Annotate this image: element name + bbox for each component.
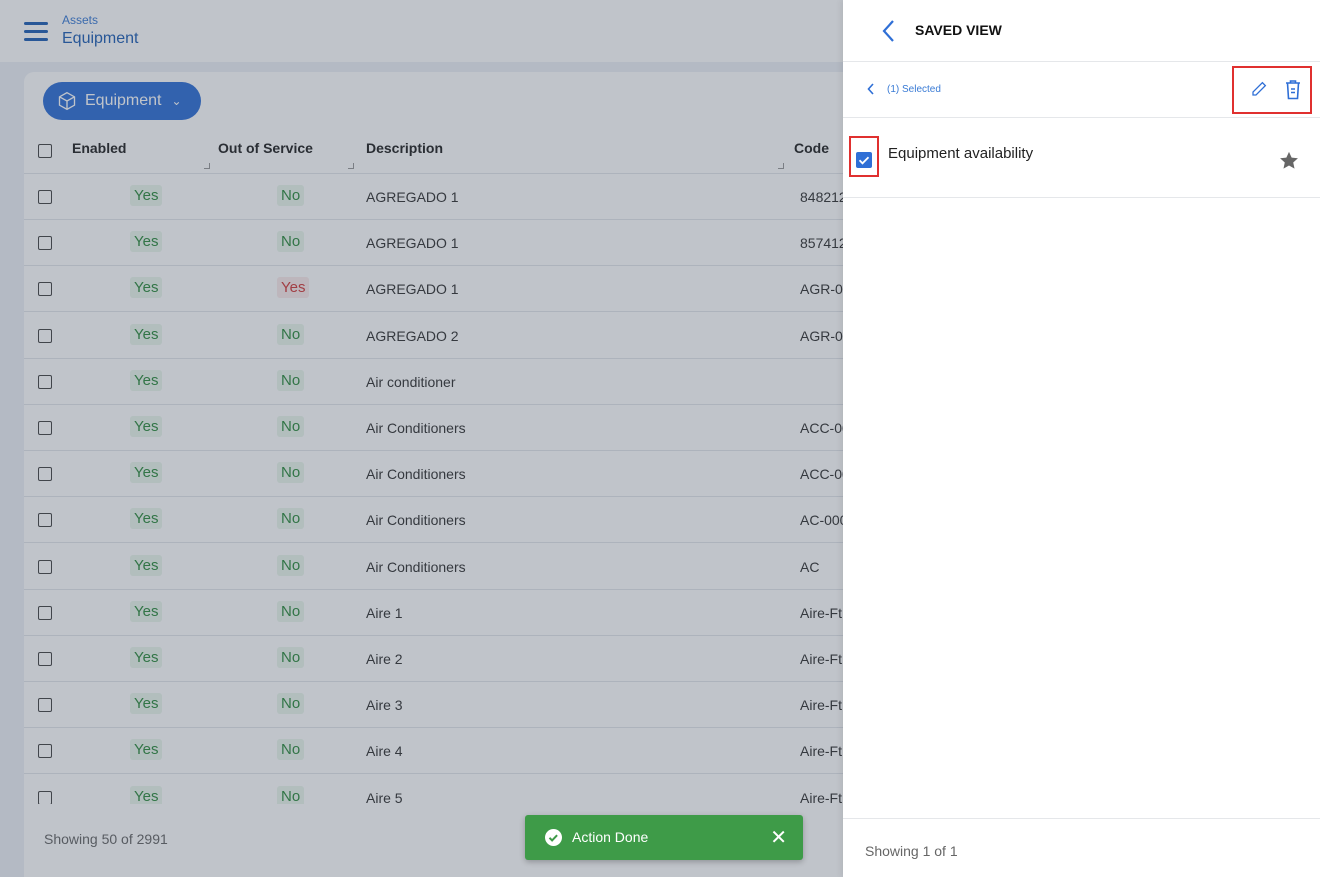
modal-overlay[interactable] — [0, 0, 843, 877]
toast-message: Action Done — [572, 829, 649, 845]
check-circle-icon — [545, 829, 562, 846]
panel-header: SAVED VIEW — [843, 0, 1320, 62]
toast-notification: Action Done ✕ — [525, 815, 803, 860]
main-app: Assets Equipment Equipment ⌄ Enabled Out… — [0, 0, 843, 877]
saved-view-item[interactable]: Equipment availability — [843, 118, 1320, 198]
selection-actions — [1232, 66, 1312, 114]
edit-pencil-icon[interactable] — [1250, 80, 1268, 103]
back-icon[interactable] — [879, 18, 899, 44]
saved-view-label: Equipment availability — [888, 145, 1034, 162]
trash-icon[interactable] — [1284, 79, 1302, 106]
star-icon[interactable] — [1279, 151, 1299, 175]
toast-close-icon[interactable]: ✕ — [770, 825, 787, 850]
panel-record-count: Showing 1 of 1 — [865, 843, 958, 859]
selection-highlight — [849, 136, 879, 177]
chevron-left-icon[interactable] — [867, 82, 875, 100]
selected-count: (1) Selected — [887, 84, 941, 95]
saved-view-checkbox[interactable] — [856, 152, 872, 168]
saved-view-panel: SAVED VIEW (1) Selected Equipment availa… — [843, 0, 1320, 877]
selection-toolbar: (1) Selected — [843, 62, 1320, 118]
panel-footer: Showing 1 of 1 — [843, 818, 1320, 877]
panel-title: SAVED VIEW — [915, 22, 1002, 38]
